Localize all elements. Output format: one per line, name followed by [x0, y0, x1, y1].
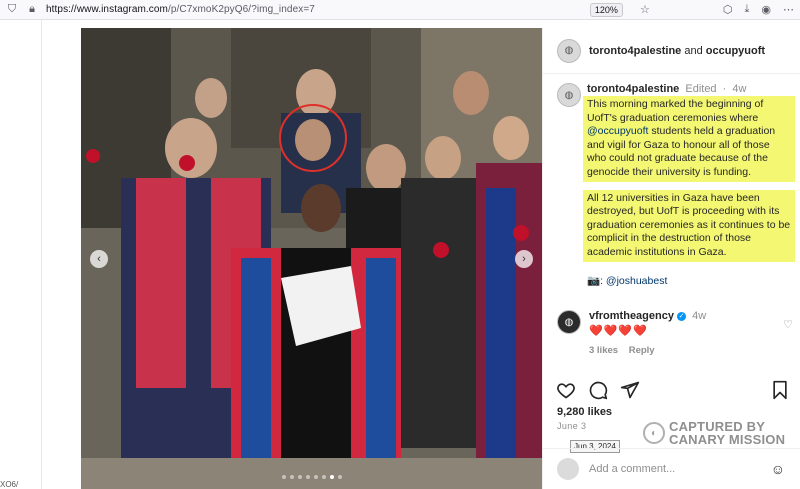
carousel-dot[interactable] [313, 475, 318, 479]
carousel-dot[interactable] [321, 475, 326, 479]
post-caption: ◍ toronto4palestine Edited · 4w This mor… [557, 83, 797, 287]
gutter-text: ΧΟ6/ [0, 480, 19, 489]
carousel-dot[interactable] [289, 475, 294, 479]
carousel-dot[interactable] [297, 475, 302, 479]
caption-header: toronto4palestine Edited · 4w [587, 83, 795, 96]
header-collaborator-link[interactable]: occupyuoft [706, 45, 765, 57]
credit-separator: : [600, 274, 603, 287]
caption-age: 4w [732, 83, 747, 95]
extensions-icon[interactable]: ⋯ [783, 3, 794, 16]
post-header: ◍ toronto4palestine and occupyuoft [543, 28, 800, 74]
lock-icon[interactable]: 🔒︎ [24, 2, 40, 18]
caption-paragraph-2: All 12 universities in Gaza have been de… [583, 189, 795, 262]
annotation-circle [279, 104, 347, 172]
comment-author-link[interactable]: vfromtheagency [589, 310, 674, 322]
credit-mention-link[interactable]: @joshuabest [606, 275, 667, 287]
camera-icon: 📷 [587, 274, 601, 287]
caption-author-link[interactable]: toronto4palestine [587, 83, 679, 95]
photo-credit: 📷: @joshuabest [587, 274, 795, 287]
carousel-dot[interactable] [305, 475, 310, 479]
caption-edited: Edited [685, 83, 717, 95]
url-path: /p/C7xmoK2pyQ6/?img_index=7 [167, 4, 315, 15]
post-photo[interactable]: ‹ › [81, 28, 542, 489]
share-icon[interactable] [619, 379, 641, 401]
comment-text: ❤️❤️❤️❤️ [589, 325, 648, 337]
photo-illustration [81, 28, 542, 489]
comment-like-icon[interactable]: ♡ [783, 318, 793, 331]
comment-avatar[interactable]: ◍ [557, 310, 581, 334]
caption-separator: · [722, 83, 727, 95]
comment-item: ◍ vfromtheagency ✓ 4w ❤️❤️❤️❤️ 3 likes R… [557, 310, 793, 356]
caption-text-1a: This morning marked the beginning of Uof… [587, 98, 764, 124]
account-icon[interactable]: ◉ [761, 3, 771, 16]
post-date[interactable]: June 3 [557, 421, 586, 431]
carousel-prev-button[interactable]: ‹ [90, 250, 108, 268]
carousel-dot[interactable] [337, 475, 342, 479]
add-comment-input[interactable] [589, 463, 759, 475]
add-comment-bar: ☺ [543, 448, 800, 489]
carousel-dot[interactable] [329, 475, 334, 479]
url-host: https://www.instagram.com [46, 4, 168, 15]
post-actions [555, 378, 791, 402]
comment-likes[interactable]: 3 likes [589, 345, 618, 356]
canary-mission-watermark: ◐ CAPTURED BY CANARY MISSION [643, 420, 785, 446]
header-joiner: and [684, 44, 703, 57]
comment-age: 4w [692, 310, 707, 322]
like-icon[interactable] [555, 379, 577, 401]
account-avatar[interactable]: ◍ [557, 38, 581, 63]
caption-paragraph-1: This morning marked the beginning of Uof… [583, 96, 795, 182]
caption-mention-link[interactable]: @occupyuoft [587, 125, 648, 137]
post-header-names: toronto4palestine and occupyuoft [589, 45, 765, 57]
current-user-avatar [557, 458, 579, 480]
shield-icon[interactable]: ⛉ [4, 2, 20, 18]
carousel-dot[interactable] [281, 475, 286, 479]
page-left-gutter: ΧΟ6/ [0, 20, 42, 489]
emoji-icon[interactable]: ☺ [771, 461, 785, 477]
zoom-indicator[interactable]: 120% [589, 2, 623, 17]
browser-toolbar: ⛉ 🔒︎ https://www.instagram.com/p/C7xmoK2… [0, 0, 800, 20]
save-bookmark-icon[interactable] [769, 379, 791, 401]
download-icon[interactable]: ⤓ [745, 3, 750, 16]
bookmark-star-icon[interactable]: ☆ [637, 2, 653, 18]
verified-badge-icon: ✓ [677, 311, 687, 321]
comment-reply-button[interactable]: Reply [629, 345, 655, 356]
watermark-line-2: CANARY MISSION [669, 432, 786, 447]
caption-avatar[interactable]: ◍ [557, 83, 581, 107]
carousel-dots [81, 475, 542, 479]
header-account-link[interactable]: toronto4palestine [589, 45, 681, 57]
post-side-panel: ◍ toronto4palestine and occupyuoft ◍ tor… [542, 28, 800, 489]
post-likes-count[interactable]: 9,280 likes [557, 406, 612, 418]
address-bar[interactable]: https://www.instagram.com/p/C7xmoK2pyQ6/… [46, 4, 590, 15]
pocket-icon[interactable]: ⬡ [723, 3, 733, 16]
canary-logo-icon: ◐ [643, 422, 665, 444]
comment-icon[interactable] [587, 379, 609, 401]
carousel-next-button[interactable]: › [515, 250, 533, 268]
